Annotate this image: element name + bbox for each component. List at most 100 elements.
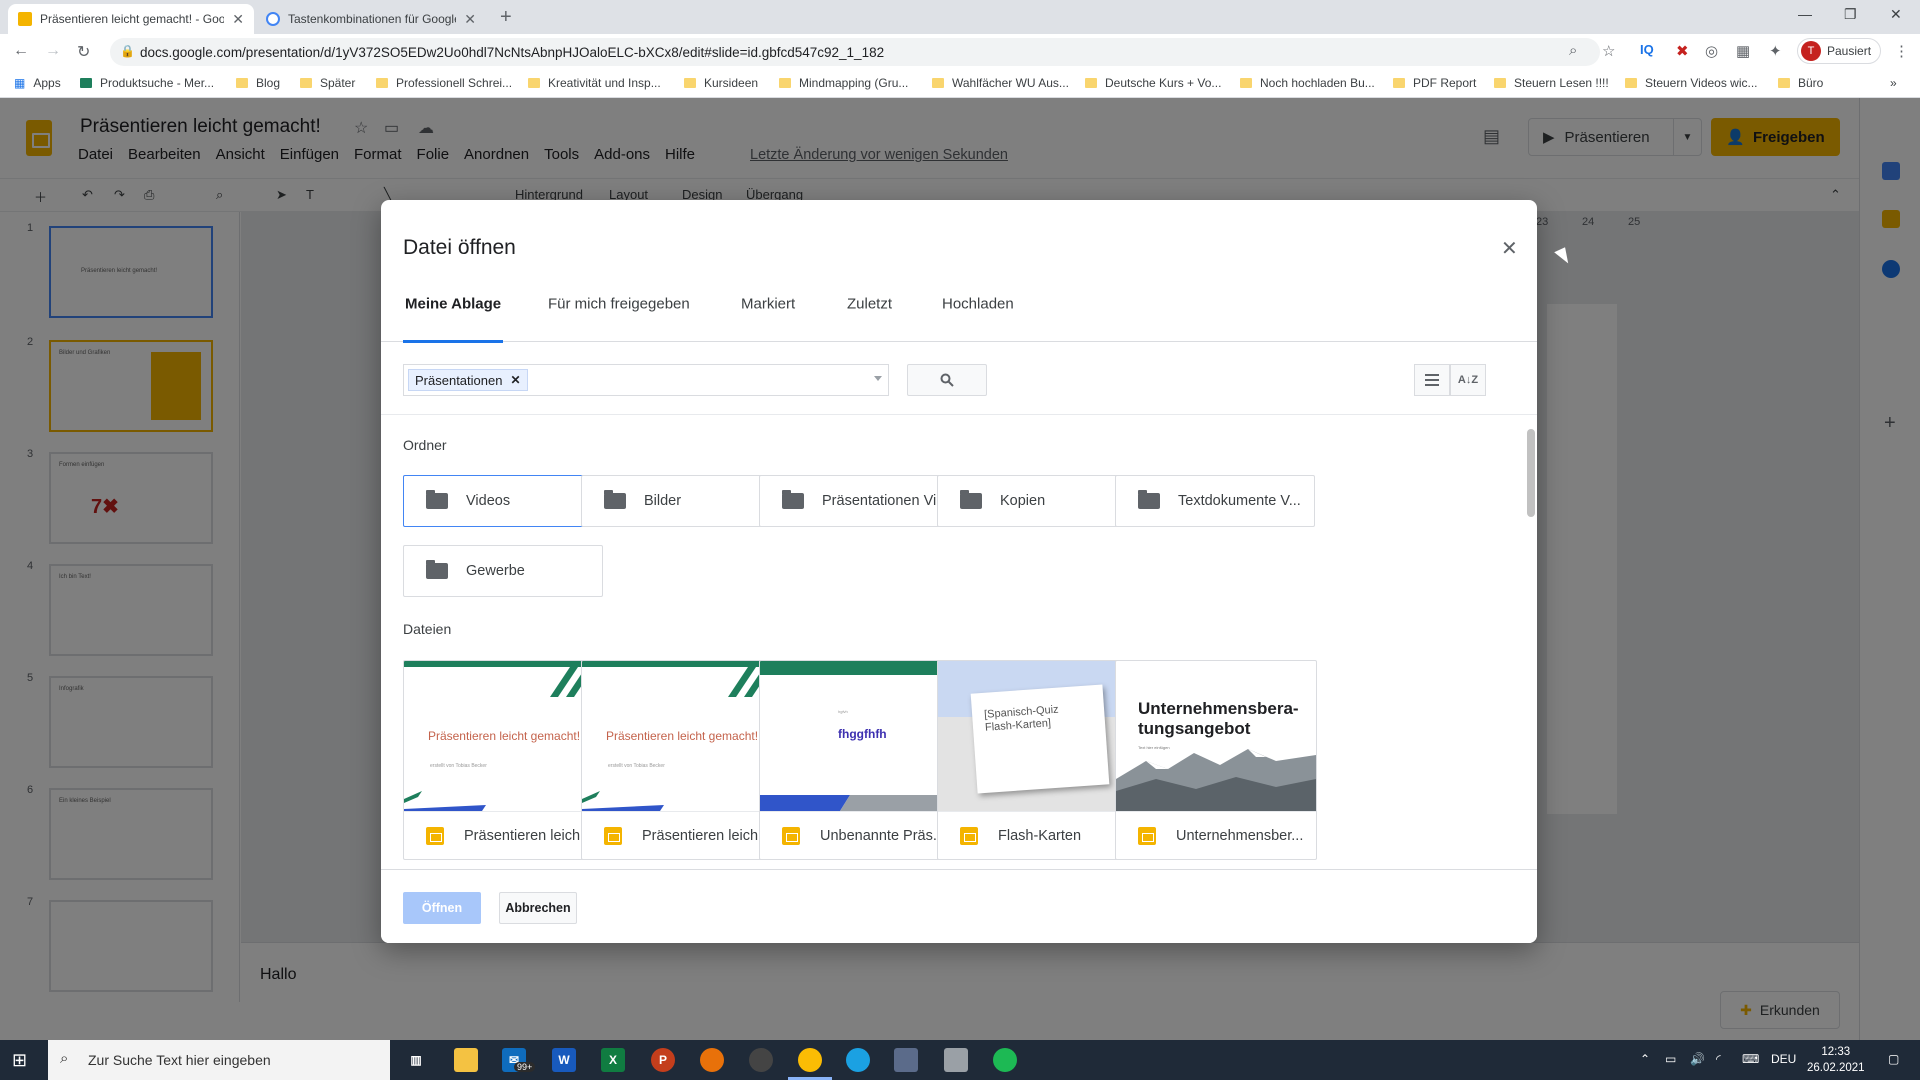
- input-language[interactable]: DEU: [1771, 1052, 1796, 1066]
- forward-icon[interactable]: →: [45, 42, 61, 60]
- chrome-icon[interactable]: [798, 1048, 822, 1072]
- new-tab-icon[interactable]: +: [500, 6, 512, 29]
- calculator-icon[interactable]: [894, 1048, 918, 1072]
- browser-tab-shortcuts[interactable]: Tastenkombinationen für Google Präsentat…: [256, 4, 486, 34]
- tab-markiert[interactable]: Markiert: [741, 296, 795, 313]
- filter-chip[interactable]: Präsentationen ✕: [408, 369, 528, 391]
- file-preview: [Spanisch-Quiz Flash-Karten]: [938, 661, 1138, 811]
- battery-icon[interactable]: ▭: [1665, 1052, 1676, 1066]
- search-input[interactable]: Präsentationen ✕: [403, 364, 889, 396]
- restore-icon[interactable]: ❐: [1844, 6, 1857, 23]
- remove-filter-icon[interactable]: ✕: [510, 373, 520, 387]
- extension-grid-icon[interactable]: ▦: [1736, 42, 1750, 60]
- chevron-down-icon[interactable]: [874, 376, 882, 381]
- search-icon: [940, 373, 954, 387]
- extension-iq-icon[interactable]: IQ: [1640, 42, 1654, 57]
- bookmark-item[interactable]: Steuern Videos wic...: [1625, 76, 1758, 90]
- bookmark-item[interactable]: PDF Report: [1393, 76, 1476, 90]
- obs-icon[interactable]: [749, 1048, 773, 1072]
- bookmark-item[interactable]: Mindmapping (Gru...: [779, 76, 908, 90]
- bookmark-item[interactable]: Noch hochladen Bu...: [1240, 76, 1375, 90]
- cancel-button[interactable]: Abbrechen: [499, 892, 577, 924]
- file-item[interactable]: Unternehmensbera-tungsangebot Text hier …: [1115, 660, 1317, 860]
- dialog-tabs: Meine Ablage Für mich freigegeben Markie…: [381, 264, 1537, 343]
- close-icon[interactable]: ✕: [1501, 236, 1518, 261]
- wifi-icon[interactable]: ◜: [1716, 1052, 1721, 1066]
- bookmark-item[interactable]: Produktsuche - Mer...: [80, 76, 214, 90]
- word-icon[interactable]: W: [552, 1048, 576, 1072]
- keyboard-icon[interactable]: ⌨: [1742, 1052, 1759, 1066]
- close-tab-icon[interactable]: ✕: [232, 11, 244, 28]
- taskbar-search-input[interactable]: ⌕ Zur Suche Text hier eingeben: [48, 1040, 390, 1080]
- browser-tab-slides[interactable]: Präsentieren leicht gemacht! - Google Pr…: [8, 4, 254, 34]
- task-view-icon[interactable]: ▥: [404, 1048, 428, 1072]
- address-bar[interactable]: 🔒 docs.google.com/presentation/d/1yV372S…: [110, 38, 1600, 66]
- notifications-icon[interactable]: ▢: [1888, 1052, 1899, 1066]
- bookmark-item[interactable]: Später: [300, 76, 355, 90]
- reload-icon[interactable]: ↻: [77, 42, 90, 62]
- file-explorer-icon[interactable]: [454, 1048, 478, 1072]
- bookmark-apps[interactable]: ▦ Apps: [14, 76, 61, 90]
- extension-globe-icon[interactable]: ◎: [1705, 42, 1718, 60]
- file-item[interactable]: Präsentieren leicht gemacht! erstellt vo…: [403, 660, 605, 860]
- open-button[interactable]: Öffnen: [403, 892, 481, 924]
- notepad-icon[interactable]: [944, 1048, 968, 1072]
- windows-start-icon[interactable]: ⊞: [12, 1050, 27, 1071]
- system-clock[interactable]: 12:33 26.02.2021: [1807, 1044, 1865, 1076]
- bookmark-item[interactable]: Büro: [1778, 76, 1823, 90]
- folder-item[interactable]: Textdokumente V...: [1115, 475, 1315, 527]
- list-view-button[interactable]: [1414, 364, 1450, 396]
- close-tab-icon[interactable]: ✕: [464, 11, 476, 28]
- spotify-icon[interactable]: [993, 1048, 1017, 1072]
- browser-toolbar: ← → ↻ 🔒 docs.google.com/presentation/d/1…: [0, 34, 1920, 70]
- bookmark-star-icon[interactable]: ☆: [1602, 42, 1615, 60]
- bookmark-favicon-icon: [80, 78, 92, 88]
- bookmark-item[interactable]: Kursideen: [684, 76, 758, 90]
- folder-item[interactable]: Bilder: [581, 475, 781, 527]
- file-item[interactable]: [Spanisch-Quiz Flash-Karten] Flash-Karte…: [937, 660, 1139, 860]
- folder-item[interactable]: Gewerbe: [403, 545, 603, 597]
- extension-block-icon[interactable]: ✖: [1676, 42, 1689, 60]
- bookmark-item[interactable]: Kreativität und Insp...: [528, 76, 661, 90]
- folder-item[interactable]: Präsentationen Vi...: [759, 475, 959, 527]
- excel-icon[interactable]: X: [601, 1048, 625, 1072]
- tab-hochladen[interactable]: Hochladen: [942, 296, 1014, 313]
- lock-icon: 🔒: [120, 44, 135, 58]
- profile-button[interactable]: T Pausiert: [1797, 38, 1881, 64]
- bookmark-item[interactable]: Blog: [236, 76, 280, 90]
- tab-fuer-mich-freigegeben[interactable]: Für mich freigegeben: [548, 296, 690, 313]
- search-button[interactable]: [907, 364, 987, 396]
- folder-icon: [1494, 78, 1506, 88]
- file-name: Unbenannte Präs...: [820, 827, 945, 844]
- back-icon[interactable]: ←: [13, 42, 29, 60]
- file-item[interactable]: hgfvh fhggfhfh Unbenannte Präs...: [759, 660, 961, 860]
- tray-chevron-icon[interactable]: ⌃: [1640, 1052, 1650, 1066]
- folder-icon: [960, 490, 982, 509]
- bookmark-item[interactable]: Steuern Lesen !!!!: [1494, 76, 1609, 90]
- sort-button[interactable]: A↓Z: [1450, 364, 1486, 396]
- search-icon: ⌕: [60, 1050, 69, 1067]
- zoom-icon[interactable]: ⌕: [1569, 42, 1577, 59]
- bookmark-item[interactable]: Deutsche Kurs + Vo...: [1085, 76, 1221, 90]
- bookmarks-bar: ▦ Apps Produktsuche - Mer... Blog Später …: [0, 70, 1920, 98]
- folder-item[interactable]: Videos: [403, 475, 603, 527]
- app-icon[interactable]: [700, 1048, 724, 1072]
- tab-meine-ablage[interactable]: Meine Ablage: [405, 296, 501, 313]
- tab-zuletzt[interactable]: Zuletzt: [847, 296, 892, 313]
- browser-menu-icon[interactable]: ⋮: [1894, 42, 1909, 60]
- folder-item[interactable]: Kopien: [937, 475, 1137, 527]
- close-window-icon[interactable]: ✕: [1890, 6, 1902, 23]
- bookmark-item[interactable]: Professionell Schrei...: [376, 76, 512, 90]
- extensions-puzzle-icon[interactable]: ✦: [1769, 42, 1782, 60]
- google-favicon-icon: [266, 12, 280, 26]
- powerpoint-icon[interactable]: P: [651, 1048, 675, 1072]
- edge-icon[interactable]: [846, 1048, 870, 1072]
- minimize-icon[interactable]: —: [1798, 6, 1812, 22]
- bookmark-item[interactable]: Wahlfächer WU Aus...: [932, 76, 1069, 90]
- file-name: Präsentieren leich...: [464, 827, 593, 844]
- volume-icon[interactable]: 🔊: [1690, 1052, 1705, 1066]
- file-item[interactable]: Präsentieren leicht gemacht! erstellt vo…: [581, 660, 783, 860]
- scrollbar[interactable]: [1527, 429, 1535, 517]
- bookmarks-overflow-icon[interactable]: »: [1890, 76, 1897, 90]
- slides-file-icon: [960, 826, 978, 845]
